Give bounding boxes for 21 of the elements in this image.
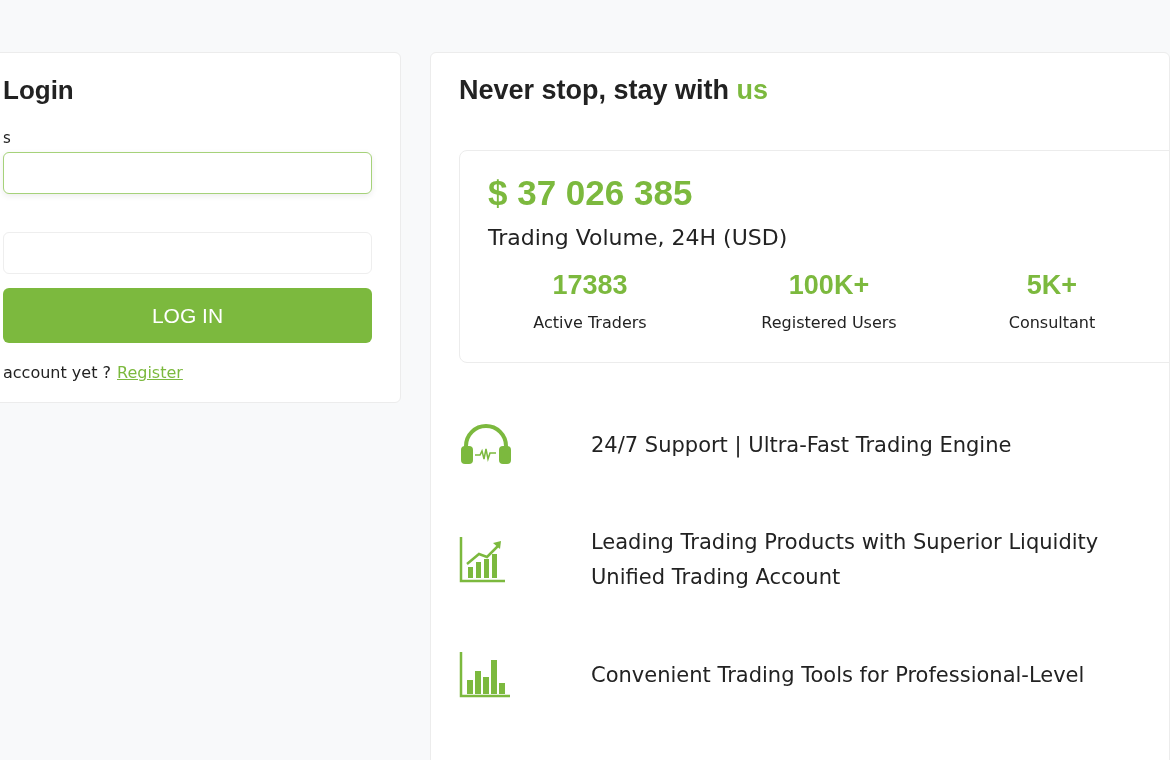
bar-chart-icon	[459, 652, 511, 698]
register-prompt: account yet ?	[3, 363, 111, 382]
login-button[interactable]: LOG IN	[3, 288, 372, 343]
headphones-icon	[459, 424, 513, 466]
stat-label: Active Traders	[533, 313, 647, 332]
stat-value: 17383	[552, 270, 628, 301]
stat-label: Registered Users	[761, 313, 897, 332]
feature-text: Convenient Trading Tools for Professional-Level	[591, 661, 1085, 689]
field-label: s	[3, 128, 11, 148]
trading-volume-amount: $ 37 026 385	[488, 173, 693, 213]
login-title: Login	[3, 75, 74, 106]
panel-heading: Never stop, stay with us	[459, 75, 769, 106]
feature-text: Leading Trading Products with Superior Liquidity Unified Trading Account	[591, 529, 1099, 591]
input-field[interactable]	[3, 152, 372, 194]
growth-chart-icon	[459, 537, 507, 583]
stat-value: 5K+	[1026, 270, 1078, 301]
stat-value: 100K+	[788, 270, 870, 301]
feature-text: 24/7 Support | Ultra-Fast Trading Engine	[591, 431, 1012, 460]
trading-volume-label: Trading Volume, 24H (USD)	[488, 225, 788, 250]
register-link[interactable]: Register	[117, 363, 183, 382]
stat-label: Consultant	[1008, 313, 1096, 332]
